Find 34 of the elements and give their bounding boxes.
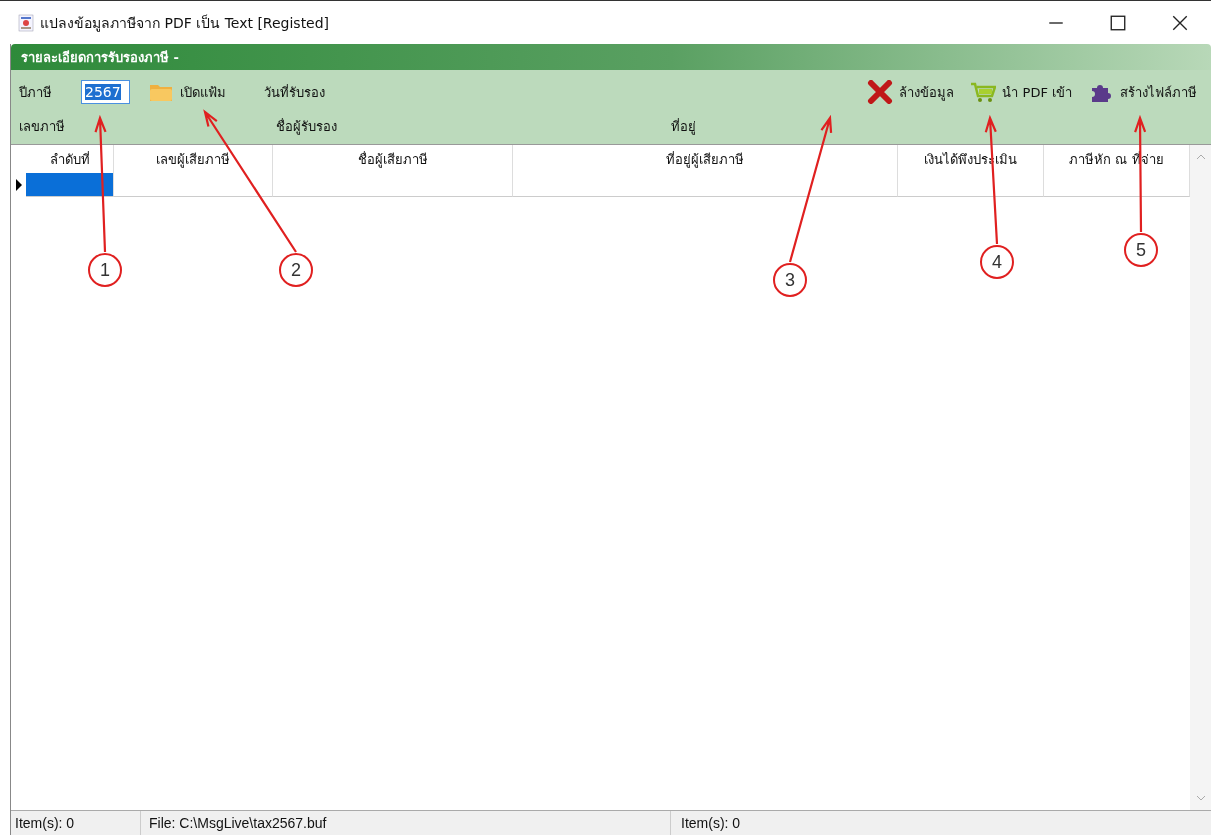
callout-number: 5 xyxy=(1124,233,1158,267)
callout-number: 2 xyxy=(279,253,313,287)
table-cell[interactable] xyxy=(273,173,513,197)
column-header[interactable]: เลขผู้เสียภาษี xyxy=(114,145,273,173)
field-label: วันที่รับรอง xyxy=(264,83,326,102)
scrollbar[interactable] xyxy=(1190,145,1211,810)
callout-number: 1 xyxy=(88,253,122,287)
x-icon xyxy=(867,80,894,104)
table-cell[interactable] xyxy=(114,173,273,197)
status-text: Item(s): 0 xyxy=(680,814,742,833)
open-button[interactable]: เปิดแฟ้ม xyxy=(140,81,264,103)
callout-number: 4 xyxy=(980,245,1014,279)
field-label: ชื่อผู้รับรอง xyxy=(276,117,338,137)
panel-title: รายละเอียดการรับรองภาษี - xyxy=(21,48,179,67)
toolbar-button[interactable]: นำ PDF เข้า xyxy=(962,81,1080,103)
toolbar-button[interactable]: ล้างข้อมูล xyxy=(859,80,963,104)
app-icon xyxy=(18,13,34,32)
column-header[interactable]: ที่อยู่ผู้เสียภาษี xyxy=(513,145,898,173)
table-cell[interactable] xyxy=(513,173,898,197)
column-header[interactable]: ชื่อผู้เสียภาษี xyxy=(273,145,513,173)
status-text: Item(s): 0 xyxy=(11,811,141,835)
field-label: ปีภาษี xyxy=(19,83,53,102)
callout-number: 3 xyxy=(773,263,807,297)
table-cell[interactable] xyxy=(898,173,1044,197)
toolbar-button[interactable]: สร้างไฟล์ภาษี xyxy=(1080,80,1205,104)
window-title: แปลงข้อมูลภาษีจาก PDF เป็น Text [Registed] xyxy=(40,13,330,34)
scroll-up-icon xyxy=(1195,153,1206,161)
year-field[interactable]: 2567 xyxy=(81,80,130,104)
field-label: ที่อยู่ xyxy=(671,117,696,137)
field-label: เลขภาษี xyxy=(19,117,66,136)
scroll-down-icon xyxy=(1195,794,1206,802)
status-text: File: C:\MsgLive\tax2567.buf xyxy=(141,811,671,835)
cart-icon xyxy=(970,81,997,103)
table-cell[interactable] xyxy=(26,173,114,197)
